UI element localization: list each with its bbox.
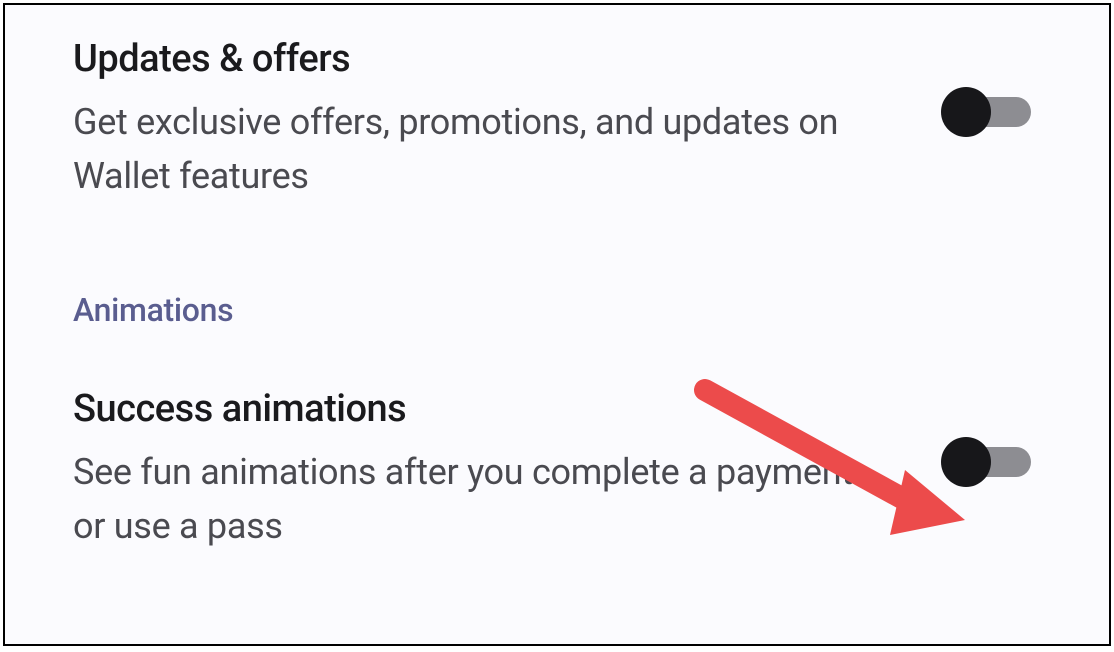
settings-panel: Updates & offers Get exclusive offers, p… [3, 3, 1111, 646]
setting-text-block: Success animations See fun animations af… [73, 387, 853, 553]
setting-title-success-animations: Success animations [73, 387, 853, 431]
setting-text-block: Updates & offers Get exclusive offers, p… [73, 37, 853, 203]
setting-description-success-animations: See fun animations after you complete a … [73, 445, 853, 553]
toggle-success-animations[interactable] [941, 437, 1031, 487]
setting-title-updates-offers: Updates & offers [73, 37, 853, 81]
toggle-updates-offers[interactable] [941, 87, 1031, 137]
setting-description-updates-offers: Get exclusive offers, promotions, and up… [73, 95, 853, 203]
toggle-thumb [941, 437, 991, 487]
toggle-thumb [941, 87, 991, 137]
setting-row-updates-offers: Updates & offers Get exclusive offers, p… [73, 37, 1041, 203]
section-header-animations: Animations [73, 291, 1041, 329]
setting-row-success-animations: Success animations See fun animations af… [73, 387, 1041, 553]
